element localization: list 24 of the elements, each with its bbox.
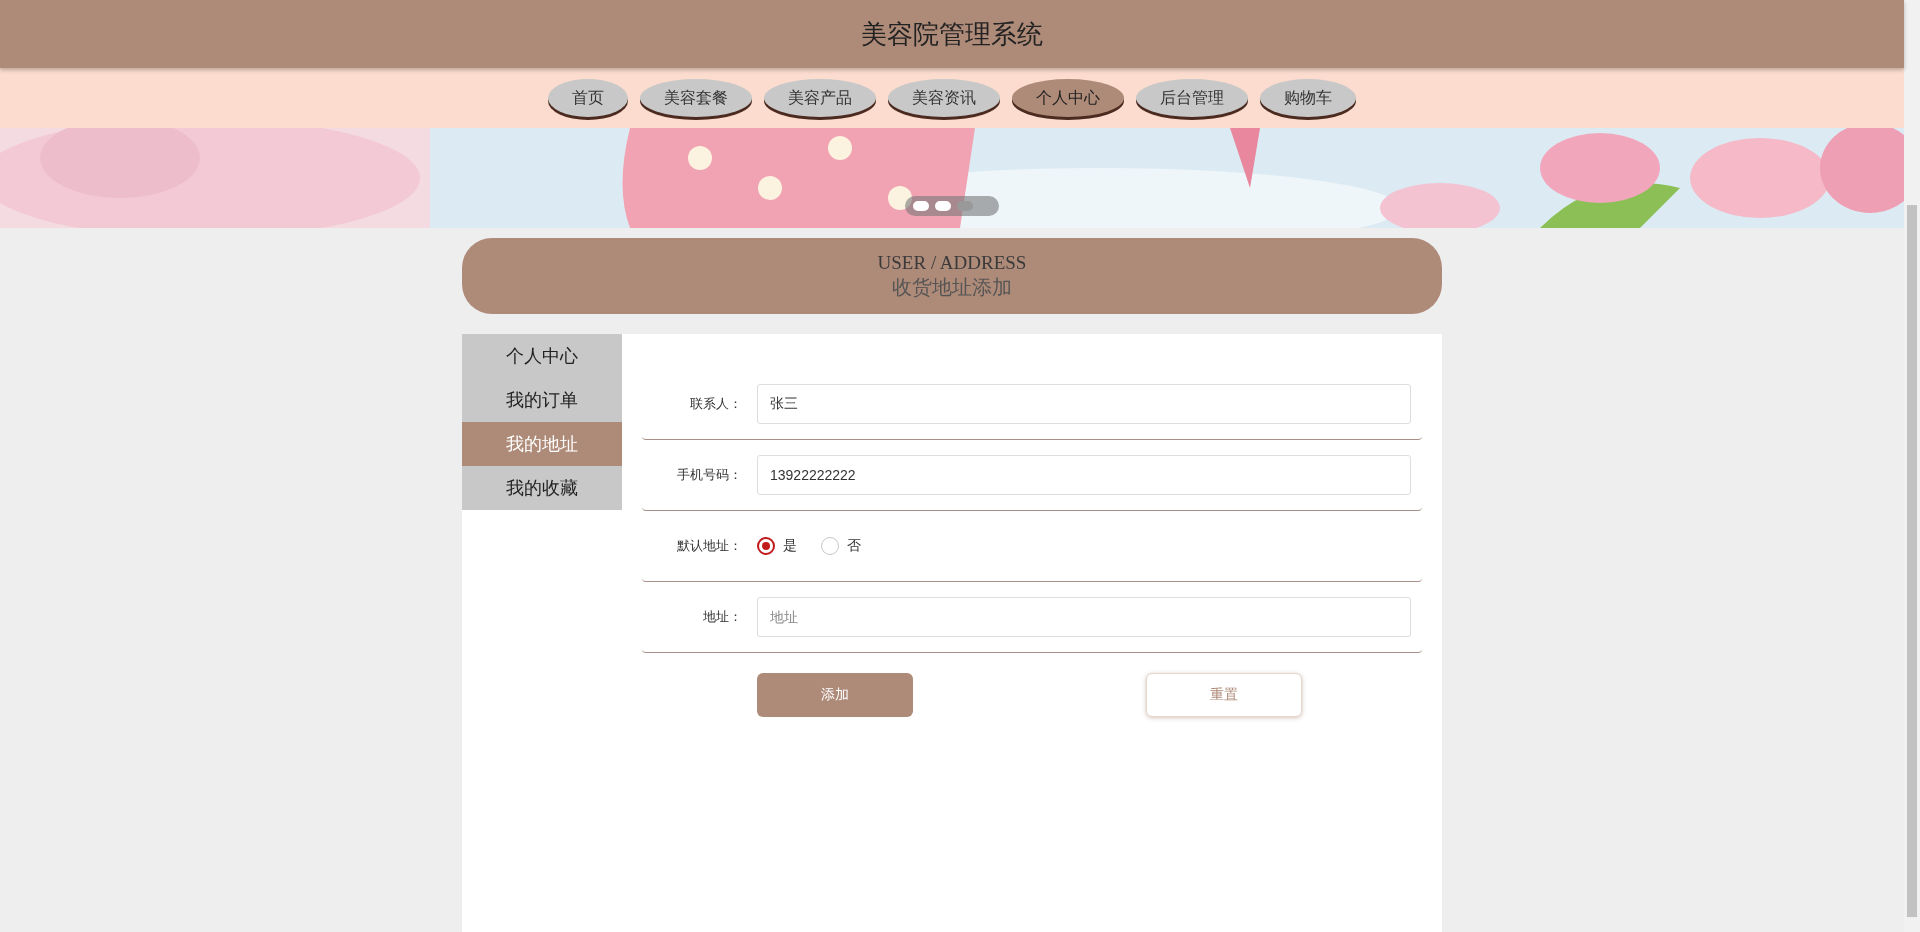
sidebar-item[interactable]: 我的订单 (462, 378, 622, 422)
field-label: 默认地址： (676, 537, 743, 555)
sidebar-item[interactable]: 个人中心 (462, 334, 622, 378)
radio-button[interactable] (757, 537, 775, 555)
radio-label: 否 (847, 537, 861, 555)
radio-label: 是 (783, 537, 797, 555)
page-subtitle: USER / ADDRESS (877, 251, 1027, 274)
sidebar-item[interactable]: 我的收藏 (462, 466, 622, 510)
field-label: 联系人： (689, 395, 743, 413)
input-field[interactable]: 地址 (757, 597, 1411, 637)
nav-tab[interactable]: 个人中心 (1012, 79, 1124, 117)
nav-tab[interactable]: 美容资讯 (888, 79, 1000, 117)
nav-tab[interactable]: 美容产品 (764, 79, 876, 117)
field-label: 地址： (702, 608, 743, 626)
page-title: 收货地址添加 (892, 274, 1012, 300)
scrollbar-thumb[interactable] (1907, 205, 1917, 917)
nav-tab[interactable]: 美容套餐 (640, 79, 752, 117)
input-field[interactable]: 13922222222 (757, 455, 1411, 495)
nav-tab[interactable]: 首页 (548, 79, 628, 117)
nav-tab[interactable]: 购物车 (1260, 79, 1356, 117)
nav-tab[interactable]: 后台管理 (1136, 79, 1248, 117)
site-title: 美容院管理系统 (861, 17, 1043, 51)
field-label: 手机号码： (676, 466, 743, 484)
input-field[interactable]: 张三 (757, 384, 1411, 424)
